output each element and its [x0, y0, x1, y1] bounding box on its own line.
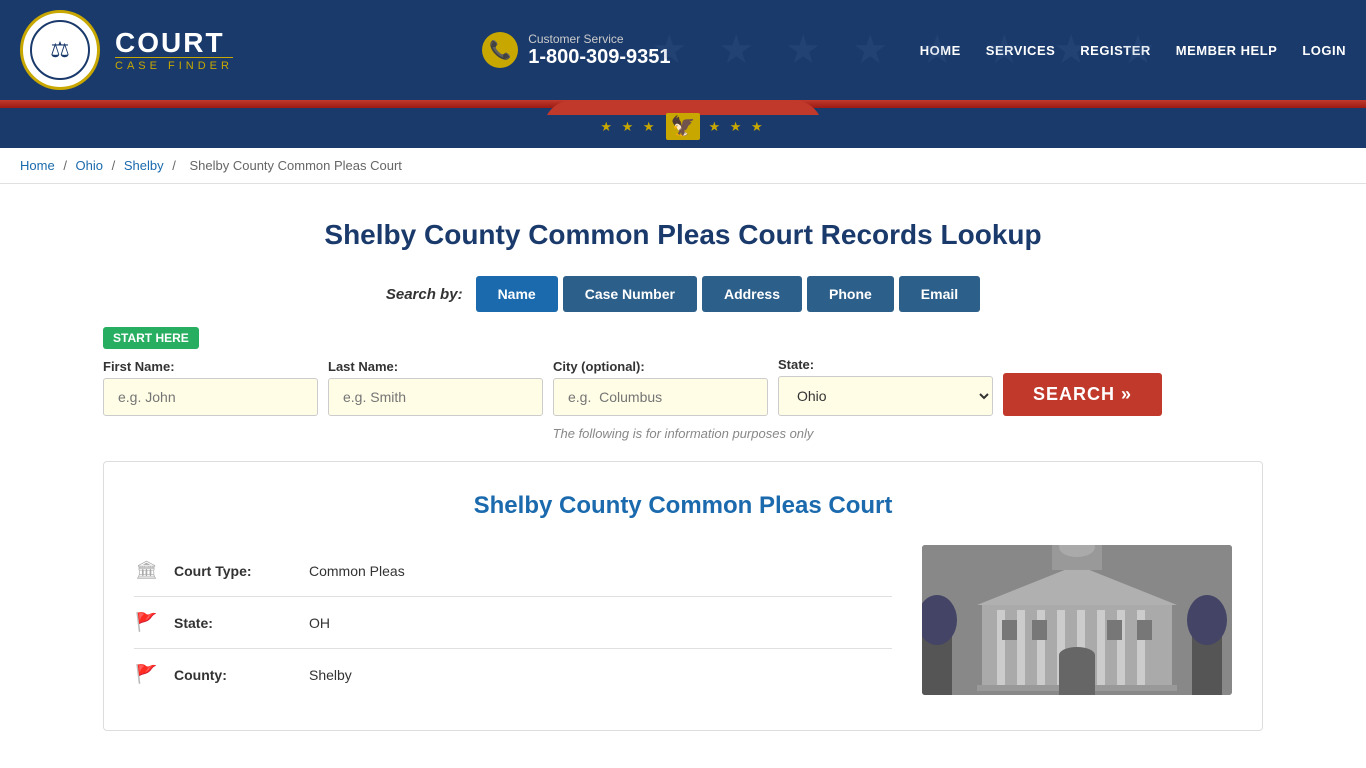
state-icon: 🚩 [134, 612, 159, 633]
nav-login[interactable]: LOGIN [1302, 43, 1346, 58]
phone-icon: 📞 [482, 32, 518, 68]
search-by-row: Search by: Name Case Number Address Phon… [103, 276, 1263, 312]
tab-case-number[interactable]: Case Number [563, 276, 697, 312]
state-detail-value: OH [309, 615, 330, 631]
court-info-title: Shelby County Common Pleas Court [134, 492, 1232, 520]
logo-court-text: COURT [115, 29, 233, 57]
city-group: City (optional): [553, 359, 768, 416]
stars-right: ★ ★ ★ [708, 119, 765, 135]
state-group: State: Ohio Alabama Alaska Arizona Arkan… [778, 357, 993, 416]
court-info-body: 🏛 Court Type: Common Pleas 🚩 State: OH 🚩… [134, 545, 1232, 700]
phone-number: 1-800-309-9351 [528, 46, 670, 69]
court-type-icon: 🏛 [134, 560, 159, 581]
tab-email[interactable]: Email [899, 276, 980, 312]
logo-text-block: COURT CASE FINDER [115, 29, 233, 72]
last-name-label: Last Name: [328, 359, 543, 374]
site-header: ★ ★ ★ ★ ★ ★ ★ ★ ⚖ COURT CASE FINDER 📞 Cu… [0, 0, 1366, 100]
breadcrumb-sep1: / [63, 158, 70, 173]
start-here-badge: START HERE [103, 327, 199, 349]
city-input[interactable] [553, 378, 768, 416]
main-content: Shelby County Common Pleas Court Records… [83, 184, 1283, 751]
breadcrumb-sep2: / [112, 158, 119, 173]
court-type-value: Common Pleas [309, 563, 405, 579]
breadcrumb-shelby[interactable]: Shelby [124, 158, 164, 173]
courthouse-illustration [922, 545, 1232, 695]
county-detail-label: County: [174, 667, 294, 683]
disclaimer-text: The following is for information purpose… [103, 426, 1263, 441]
breadcrumb-ohio[interactable]: Ohio [76, 158, 103, 173]
logo-inner-circle: ⚖ [30, 20, 90, 80]
nav-register[interactable]: REGISTER [1080, 43, 1150, 58]
breadcrumb-home[interactable]: Home [20, 158, 55, 173]
city-label: City (optional): [553, 359, 768, 374]
last-name-group: Last Name: [328, 359, 543, 416]
eagle-icon: 🦅 [666, 113, 701, 140]
last-name-input[interactable] [328, 378, 543, 416]
tab-name[interactable]: Name [476, 276, 558, 312]
phone-area: 📞 Customer Service 1-800-309-9351 [482, 32, 670, 69]
nav-home[interactable]: HOME [920, 43, 961, 58]
breadcrumb-sep3: / [172, 158, 179, 173]
court-type-label: Court Type: [174, 563, 294, 579]
search-button[interactable]: SEARCH » [1003, 373, 1162, 416]
court-info-section: Shelby County Common Pleas Court 🏛 Court… [103, 461, 1263, 731]
logo-badge: ⚖ [20, 10, 100, 90]
phone-info: Customer Service 1-800-309-9351 [528, 32, 670, 69]
tab-phone[interactable]: Phone [807, 276, 894, 312]
search-form: First Name: Last Name: City (optional): … [103, 357, 1263, 416]
logo-subtitle-text: CASE FINDER [115, 57, 233, 72]
court-image [922, 545, 1232, 695]
main-nav: HOME SERVICES REGISTER MEMBER HELP LOGIN [920, 43, 1346, 58]
scales-icon: ⚖ [50, 37, 70, 63]
nav-services[interactable]: SERVICES [986, 43, 1056, 58]
search-by-label: Search by: [386, 286, 463, 303]
nav-member-help[interactable]: MEMBER HELP [1176, 43, 1278, 58]
stars-left: ★ ★ ★ [600, 119, 657, 135]
court-detail-type: 🏛 Court Type: Common Pleas [134, 545, 892, 597]
state-label: State: [778, 357, 993, 372]
first-name-group: First Name: [103, 359, 318, 416]
court-details: 🏛 Court Type: Common Pleas 🚩 State: OH 🚩… [134, 545, 892, 700]
breadcrumb-current: Shelby County Common Pleas Court [189, 158, 401, 173]
breadcrumb: Home / Ohio / Shelby / Shelby County Com… [0, 148, 1366, 184]
first-name-input[interactable] [103, 378, 318, 416]
court-detail-state: 🚩 State: OH [134, 597, 892, 649]
court-detail-county: 🚩 County: Shelby [134, 649, 892, 700]
county-detail-value: Shelby [309, 667, 352, 683]
state-detail-label: State: [174, 615, 294, 631]
county-icon: 🚩 [134, 664, 159, 685]
first-name-label: First Name: [103, 359, 318, 374]
page-title: Shelby County Common Pleas Court Records… [103, 219, 1263, 251]
tab-address[interactable]: Address [702, 276, 802, 312]
logo-area: ⚖ COURT CASE FINDER [20, 10, 233, 90]
state-select[interactable]: Ohio Alabama Alaska Arizona Arkansas Cal… [778, 376, 993, 416]
phone-label: Customer Service [528, 32, 670, 46]
